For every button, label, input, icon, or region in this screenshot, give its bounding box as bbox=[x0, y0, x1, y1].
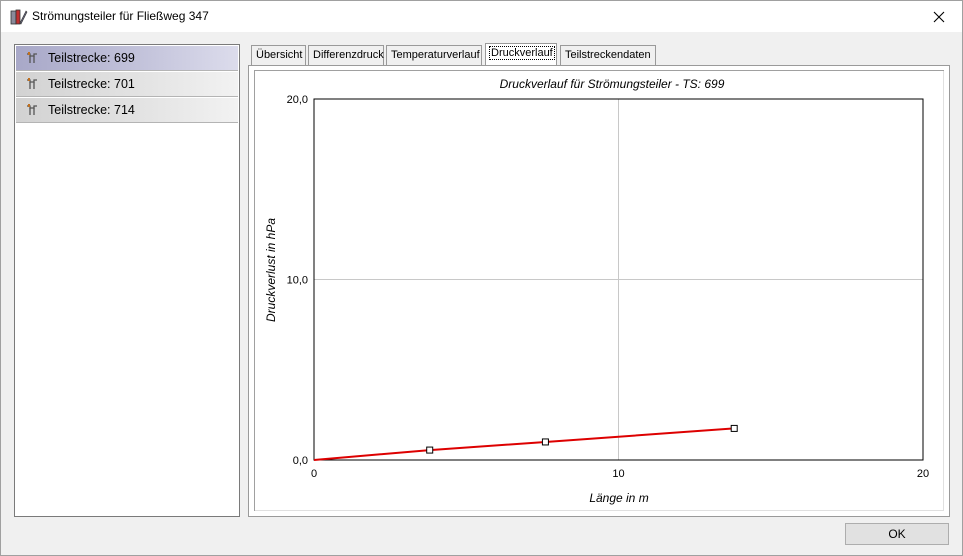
y-tick-label: 10,0 bbox=[287, 275, 308, 287]
list-item-label: Teilstrecke: 699 bbox=[48, 51, 135, 65]
data-point-marker bbox=[730, 424, 738, 432]
y-tick-label: 20,0 bbox=[287, 94, 308, 106]
axis-ticks: 0 10 20 0,0 10,0 20,0 bbox=[287, 94, 930, 480]
x-tick-label: 10 bbox=[612, 468, 624, 480]
list-item-segment-714[interactable]: Teilstrecke: 714 bbox=[16, 98, 238, 123]
app-icon bbox=[10, 9, 28, 25]
tab-differential-pressure[interactable]: Differenzdruck bbox=[308, 45, 384, 65]
pipe-segment-icon bbox=[27, 78, 37, 89]
dialog-window: Strömungsteiler für Fließweg 347 Teilstr… bbox=[0, 0, 963, 556]
tab-label: Temperaturverlauf bbox=[391, 49, 480, 61]
window-title: Strömungsteiler für Fließweg 347 bbox=[32, 9, 209, 23]
list-item-segment-701[interactable]: Teilstrecke: 701 bbox=[16, 72, 238, 97]
tab-label: Übersicht bbox=[256, 49, 303, 61]
data-point-marker bbox=[426, 446, 434, 454]
list-item-label: Teilstrecke: 714 bbox=[48, 103, 135, 117]
tab-segment-data[interactable]: Teilstreckendaten bbox=[560, 45, 656, 65]
chart-title: Druckverlauf für Strömungsteiler - TS: 6… bbox=[500, 77, 725, 91]
pipe-segment-icon bbox=[27, 52, 37, 63]
tab-pressure-profile[interactable]: Druckverlauf bbox=[485, 43, 557, 65]
close-button[interactable] bbox=[916, 1, 962, 32]
y-tick-label: 0,0 bbox=[293, 455, 308, 467]
close-icon bbox=[933, 11, 945, 22]
data-point-marker bbox=[541, 438, 549, 446]
grid-lines bbox=[314, 99, 923, 460]
x-axis-label: Länge in m bbox=[589, 491, 648, 505]
title-bar: Strömungsteiler für Fließweg 347 bbox=[1, 1, 962, 32]
series-line bbox=[313, 427, 735, 461]
list-item-segment-699[interactable]: Teilstrecke: 699 bbox=[16, 46, 238, 71]
tab-label: Teilstreckendaten bbox=[565, 49, 651, 61]
pipe-segment-icon bbox=[27, 104, 37, 115]
tab-temperature-profile[interactable]: Temperaturverlauf bbox=[386, 45, 482, 65]
ok-button[interactable]: OK bbox=[845, 523, 949, 545]
y-axis-label: Druckverlust in hPa bbox=[264, 218, 278, 322]
segment-list[interactable]: Teilstrecke: 699 Teilstrecke: 701 Teilst… bbox=[14, 44, 240, 517]
tab-label: Differenzdruck bbox=[313, 49, 384, 61]
series-layer bbox=[313, 424, 738, 461]
tab-label: Druckverlauf bbox=[489, 46, 555, 60]
x-tick-label: 0 bbox=[311, 468, 317, 480]
pressure-chart: Druckverlauf für Strömungsteiler - TS: 6… bbox=[264, 77, 930, 505]
x-tick-label: 20 bbox=[917, 468, 929, 480]
tab-overview[interactable]: Übersicht bbox=[251, 45, 306, 65]
list-item-label: Teilstrecke: 701 bbox=[48, 77, 135, 91]
